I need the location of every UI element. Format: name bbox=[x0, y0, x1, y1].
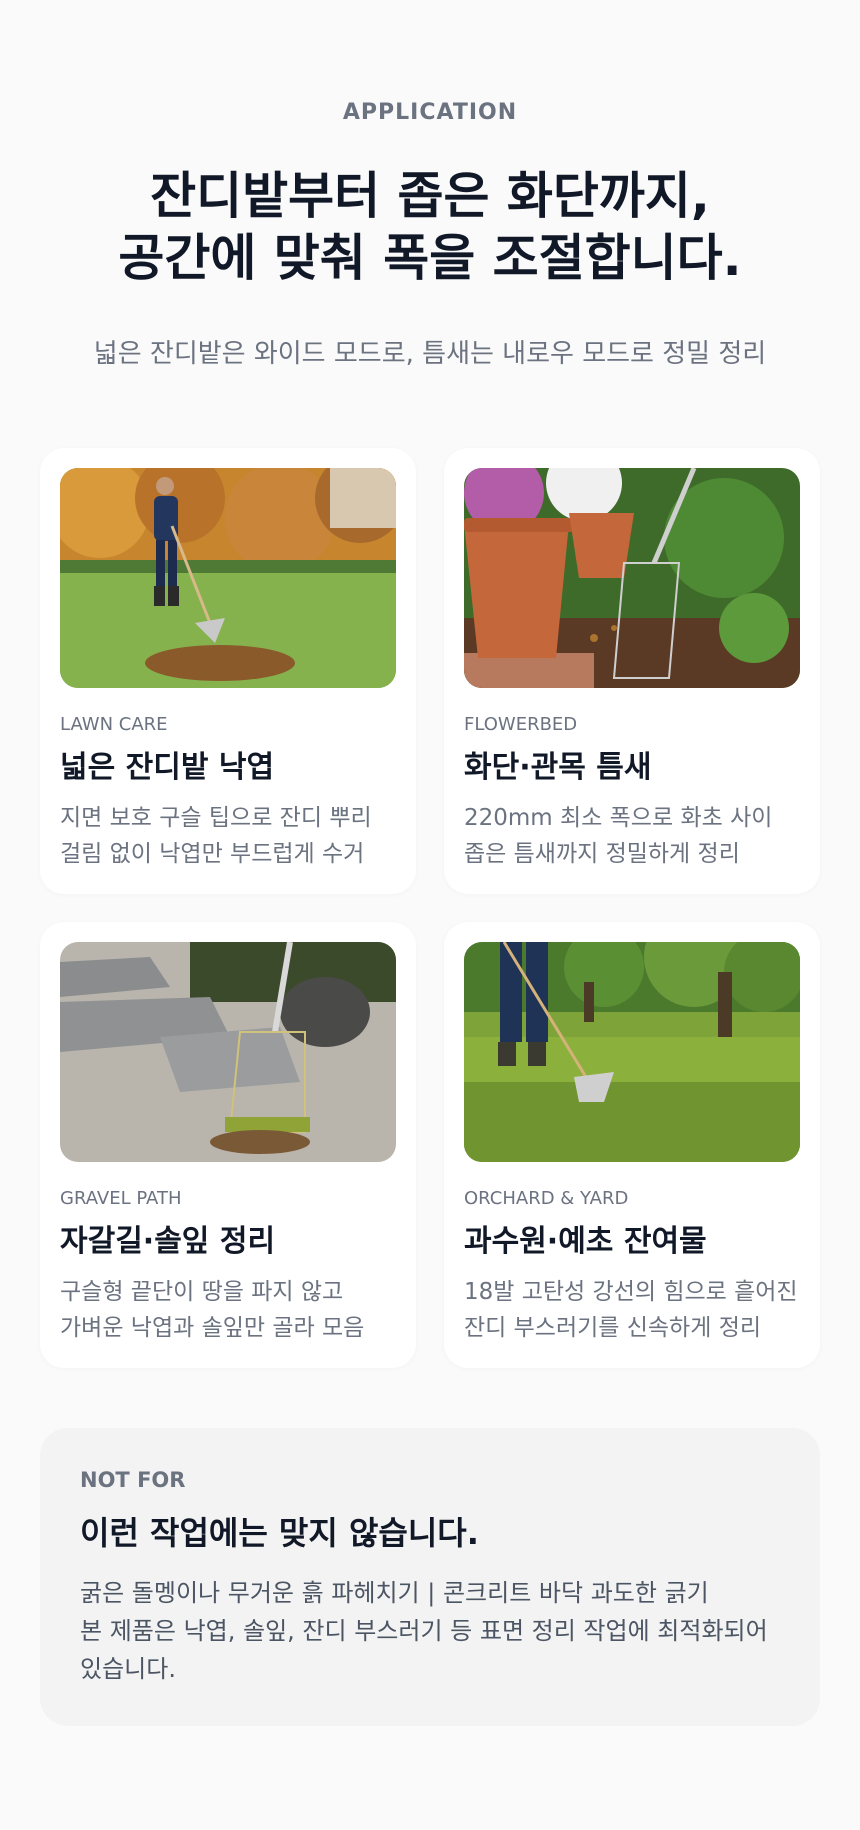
use-case-card-gravel-path: GRAVEL PATH 자갈길·솔잎 정리 구슬형 끝단이 땅을 파지 않고 가… bbox=[40, 922, 416, 1368]
card-description: 구슬형 끝단이 땅을 파지 않고 가벼운 낙엽과 솔잎만 골라 모음 bbox=[60, 1274, 400, 1346]
card-description-line-2: 가벼운 낙엽과 솔잎만 골라 모음 bbox=[60, 1315, 365, 1341]
card-description-line-1: 지면 보호 구슬 팁으로 잔디 뿌리 bbox=[60, 805, 372, 831]
section-subhead: 넓은 잔디밭은 와이드 모드로, 틈새는 내로우 모드로 정밀 정리 bbox=[93, 339, 767, 369]
lawn-raking-image bbox=[60, 468, 396, 688]
headline-line-2: 공간에 맞춰 폭을 조절합니다. bbox=[118, 229, 742, 287]
not-for-line-3: 있습니다. bbox=[80, 1655, 176, 1683]
use-case-card-flowerbed: FLOWERBED 화단·관목 틈새 220mm 최소 폭으로 화초 사이 좁은… bbox=[444, 448, 820, 894]
headline-line-1: 잔디밭부터 좁은 화단까지, bbox=[150, 167, 710, 225]
application-section: APPLICATION 잔디밭부터 좁은 화단까지, 공간에 맞춰 폭을 조절합… bbox=[0, 0, 860, 1830]
orchard-raking-image bbox=[464, 942, 800, 1162]
card-title: 넓은 잔디밭 낙엽 bbox=[60, 750, 275, 785]
card-title: 과수원·예초 잔여물 bbox=[464, 1224, 707, 1259]
not-for-tag: NOT FOR bbox=[80, 1468, 186, 1492]
card-description: 220mm 최소 폭으로 화초 사이 좁은 틈새까지 정밀하게 정리 bbox=[464, 800, 804, 872]
card-tag: GRAVEL PATH bbox=[60, 1188, 182, 1209]
not-for-line-2: 본 제품은 낙엽, 솔잎, 잔디 부스러기 등 표면 정리 작업에 최적화되어 bbox=[80, 1617, 768, 1645]
card-tag: FLOWERBED bbox=[464, 714, 578, 735]
card-description: 18발 고탄성 강선의 힘으로 흩어진 잔디 부스러기를 신속하게 정리 bbox=[464, 1274, 804, 1346]
card-title: 화단·관목 틈새 bbox=[464, 750, 652, 785]
card-tag: LAWN CARE bbox=[60, 714, 168, 735]
card-description-line-2: 좁은 틈새까지 정밀하게 정리 bbox=[464, 841, 740, 867]
not-for-line-1: 굵은 돌멩이나 무거운 흙 파헤치기 | 콘크리트 바닥 과도한 긁기 bbox=[80, 1579, 709, 1607]
card-description-line-2: 잔디 부스러기를 신속하게 정리 bbox=[464, 1315, 762, 1341]
flowerbed-photo bbox=[464, 468, 800, 688]
section-eyebrow: APPLICATION bbox=[342, 100, 518, 125]
card-tag: ORCHARD & YARD bbox=[464, 1188, 629, 1209]
card-description-line-1: 구슬형 끝단이 땅을 파지 않고 bbox=[60, 1279, 344, 1305]
not-for-title: 이런 작업에는 맞지 않습니다. bbox=[80, 1514, 479, 1552]
use-case-card-orchard-yard: ORCHARD & YARD 과수원·예초 잔여물 18발 고탄성 강선의 힘으… bbox=[444, 922, 820, 1368]
card-description: 지면 보호 구슬 팁으로 잔디 뿌리 걸림 없이 낙엽만 부드럽게 수거 bbox=[60, 800, 400, 872]
use-case-card-lawn-care: LAWN CARE 넓은 잔디밭 낙엽 지면 보호 구슬 팁으로 잔디 뿌리 걸… bbox=[40, 448, 416, 894]
flowerbed-raking-image bbox=[464, 468, 800, 688]
lawn-care-photo bbox=[60, 468, 396, 688]
section-headline: 잔디밭부터 좁은 화단까지, 공간에 맞춰 폭을 조절합니다. bbox=[0, 165, 860, 289]
card-description-line-2: 걸림 없이 낙엽만 부드럽게 수거 bbox=[60, 841, 365, 867]
gravel-raking-image bbox=[60, 942, 396, 1162]
not-for-description: 굵은 돌멩이나 무거운 흙 파헤치기 | 콘크리트 바닥 과도한 긁기 본 제품… bbox=[80, 1574, 800, 1688]
orchard-yard-photo bbox=[464, 942, 800, 1162]
card-title: 자갈길·솔잎 정리 bbox=[60, 1224, 276, 1259]
card-description-line-1: 18발 고탄성 강선의 힘으로 흩어진 bbox=[464, 1279, 798, 1305]
not-for-panel: NOT FOR 이런 작업에는 맞지 않습니다. 굵은 돌멩이나 무거운 흙 파… bbox=[40, 1428, 820, 1726]
card-description-line-1: 220mm 최소 폭으로 화초 사이 bbox=[464, 805, 773, 831]
gravel-path-photo bbox=[60, 942, 396, 1162]
